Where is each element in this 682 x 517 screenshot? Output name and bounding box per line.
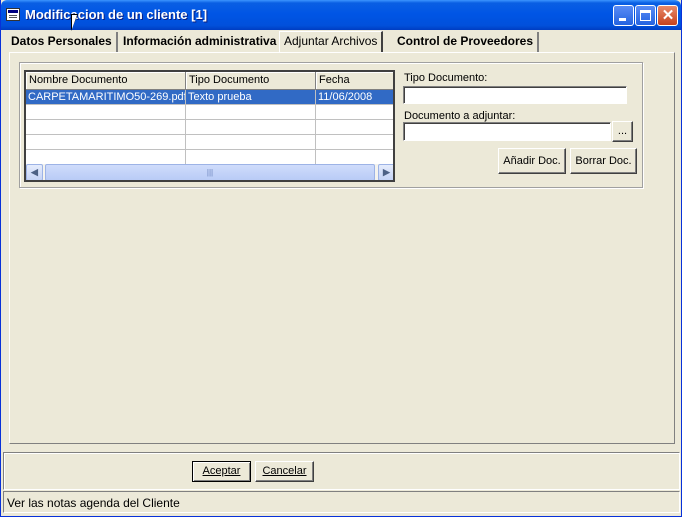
column-header-nombre[interactable]: Nombre Documento	[26, 72, 186, 90]
cancel-label: Cancelar	[262, 465, 307, 477]
minimize-button[interactable]	[613, 5, 634, 26]
add-document-button[interactable]: Añadir Doc.	[498, 148, 566, 174]
column-header-fecha[interactable]: Fecha	[316, 72, 393, 90]
app-form-icon[interactable]	[6, 8, 20, 21]
accept-button[interactable]: Aceptar	[192, 461, 251, 482]
cell-empty	[186, 120, 316, 135]
tab-label: Información administrativa	[123, 34, 277, 48]
main-window: Modificacion de un cliente [1] ✕ Datos P…	[0, 0, 682, 517]
tab-label: Datos Personales	[11, 34, 112, 48]
documento-adjuntar-input[interactable]	[403, 122, 611, 141]
tab-informacion-administrativa[interactable]: Información administrativa	[119, 32, 283, 52]
minimize-icon	[619, 18, 626, 21]
cell-empty	[316, 105, 393, 120]
browse-button[interactable]: ...	[612, 121, 633, 142]
arrow-right-icon: ▶	[383, 167, 390, 177]
scroll-thumb[interactable]: |||	[45, 164, 375, 180]
mouse-pointer-icon	[72, 15, 82, 29]
cell-empty	[316, 120, 393, 135]
scroll-left-button[interactable]: ◀	[26, 164, 43, 180]
add-document-label: Añadir Doc.	[503, 155, 561, 167]
status-bar: Ver las notas agenda del Cliente	[3, 491, 680, 513]
tab-adjuntar-archivos[interactable]: Adjuntar Archivos	[279, 31, 384, 53]
maximize-icon	[640, 10, 651, 21]
column-header-tipo[interactable]: Tipo Documento	[186, 72, 316, 90]
table-row-empty[interactable]	[26, 105, 393, 120]
tab-label: Control de Proveedores	[397, 34, 534, 48]
title-bar[interactable]: Modificacion de un cliente [1] ✕	[1, 0, 681, 30]
cell-empty	[186, 105, 316, 120]
tab-datos-personales[interactable]: Datos Personales	[7, 32, 118, 52]
tipo-documento-label: Tipo Documento:	[404, 72, 488, 84]
arrow-left-icon: ◀	[31, 167, 38, 177]
delete-document-label: Borrar Doc.	[575, 155, 632, 167]
cell-empty	[26, 120, 186, 135]
delete-document-button[interactable]: Borrar Doc.	[570, 148, 637, 174]
cell-empty	[26, 135, 186, 150]
table-row-empty[interactable]	[26, 120, 393, 135]
tipo-documento-input[interactable]	[403, 86, 627, 104]
horizontal-scrollbar[interactable]: ◀ ||| ▶	[26, 164, 393, 180]
grip-icon: |||	[206, 168, 214, 177]
cell-empty	[186, 150, 316, 165]
cell-tipo: Texto prueba	[186, 90, 316, 105]
cell-fecha: 11/06/2008	[316, 90, 393, 105]
window-title: Modificacion de un cliente [1]	[25, 7, 208, 22]
cell-empty	[316, 135, 393, 150]
tab-label: Adjuntar Archivos	[284, 34, 378, 48]
cell-empty	[186, 135, 316, 150]
table-row[interactable]: CARPETAMARITIMO50-269.pdf Texto prueba 1…	[26, 90, 393, 105]
table-row-empty[interactable]	[26, 150, 393, 165]
cell-empty	[26, 105, 186, 120]
table-row-empty[interactable]	[26, 135, 393, 150]
cell-empty	[26, 150, 186, 165]
cell-nombre: CARPETAMARITIMO50-269.pdf	[26, 90, 186, 105]
status-text: Ver las notas agenda del Cliente	[7, 496, 180, 510]
cancel-button[interactable]: Cancelar	[255, 461, 314, 482]
cell-empty	[316, 150, 393, 165]
maximize-button[interactable]	[635, 5, 656, 26]
close-button[interactable]: ✕	[657, 5, 678, 26]
scroll-right-button[interactable]: ▶	[378, 164, 393, 180]
tab-control-proveedores[interactable]: Control de Proveedores	[393, 32, 540, 52]
button-panel	[3, 452, 680, 490]
accept-label: Aceptar	[202, 465, 241, 477]
documents-grid[interactable]: Nombre Documento Tipo Documento Fecha CA…	[24, 70, 395, 182]
documento-adjuntar-label: Documento a adjuntar:	[404, 110, 516, 122]
grid-header: Nombre Documento Tipo Documento Fecha	[26, 72, 393, 90]
close-icon: ✕	[661, 7, 675, 24]
